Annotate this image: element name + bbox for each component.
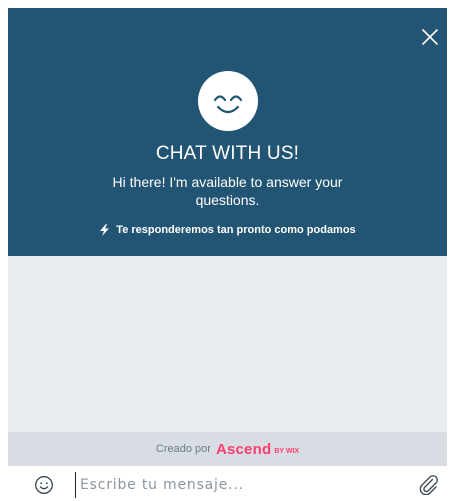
message-input[interactable] xyxy=(75,472,410,498)
message-composer xyxy=(8,466,447,501)
chat-subtitle: Hi there! I'm available to answer your q… xyxy=(112,174,343,208)
response-time-text: Te responderemos tan pronto como podamos xyxy=(116,224,356,236)
powered-by-text: Creado por xyxy=(155,443,211,455)
chat-header: CHAT WITH US! Hi there! I'm available to… xyxy=(8,8,447,256)
emoji-icon[interactable] xyxy=(34,475,54,495)
chat-title: CHAT WITH US! xyxy=(155,143,300,164)
response-time-notice: Te responderemos tan pronto como podamos xyxy=(8,224,447,236)
message-area[interactable] xyxy=(8,256,447,432)
chat-widget: CHAT WITH US! Hi there! I'm available to… xyxy=(8,8,447,501)
paperclip-icon[interactable] xyxy=(417,473,439,495)
smiley-face-icon xyxy=(213,95,243,114)
lightning-bolt-icon xyxy=(100,224,110,236)
brand-suffix: BY WIX xyxy=(274,447,300,455)
avatar xyxy=(198,71,258,131)
powered-by-footer[interactable]: Creado por Ascend BY WIX xyxy=(8,432,447,466)
brand-logo: Ascend xyxy=(215,440,272,458)
close-icon[interactable] xyxy=(419,26,441,48)
